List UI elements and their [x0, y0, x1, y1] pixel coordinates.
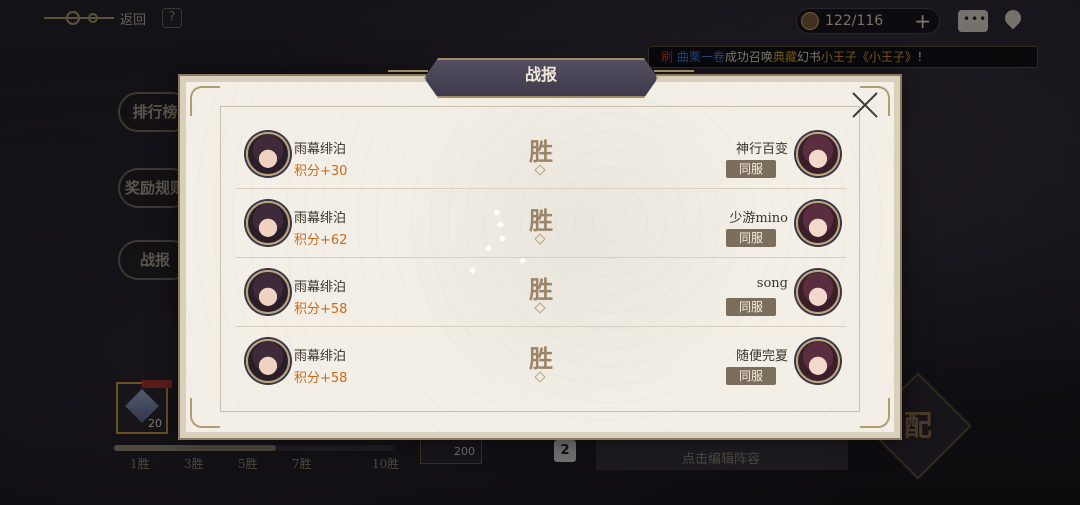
score-change: 积分+30 [294, 164, 348, 179]
player-avatar [246, 132, 290, 176]
dialog-title: 战报 [524, 65, 557, 84]
player-name: 雨幕绯泊 [294, 211, 347, 226]
same-server-badge: 同服 [726, 298, 776, 316]
opponent-name: 少游mino [729, 211, 788, 226]
battle-result: 胜 [529, 275, 553, 304]
opponent-name: 随便完夏 [735, 349, 788, 364]
battle-record-row[interactable]: 雨幕绯泊 积分+58 胜 song 同服 [236, 258, 846, 327]
score-change: 积分+62 [294, 233, 348, 248]
corner-ornament [190, 398, 220, 428]
player-avatar [246, 201, 290, 245]
same-server-badge: 同服 [726, 367, 776, 385]
opponent-name: 神行百变 [735, 142, 788, 157]
player-avatar [246, 339, 290, 383]
battle-record-row[interactable]: 雨幕绯泊 积分+30 胜 神行百变 同服 [236, 120, 846, 189]
close-icon[interactable] [848, 88, 882, 122]
opponent-avatar [796, 132, 840, 176]
opponent-avatar [796, 339, 840, 383]
battle-result: 胜 [529, 137, 553, 166]
player-name: 雨幕绯泊 [294, 142, 347, 157]
battle-result: 胜 [529, 344, 553, 373]
corner-ornament [860, 398, 890, 428]
player-name: 雨幕绯泊 [294, 349, 347, 364]
title-wing-ornament [388, 70, 428, 72]
player-name: 雨幕绯泊 [294, 280, 347, 295]
opponent-name: song [756, 276, 788, 291]
score-change: 积分+58 [294, 371, 348, 386]
title-wing-ornament [654, 70, 694, 72]
battle-report-list: 雨幕绯泊 积分+30 胜 神行百变 同服 雨幕绯泊 积分+62 胜 少游mino… [236, 120, 846, 396]
battle-result: 胜 [529, 206, 553, 235]
same-server-badge: 同服 [726, 160, 776, 178]
opponent-avatar [796, 270, 840, 314]
player-avatar [246, 270, 290, 314]
battle-record-row[interactable]: 雨幕绯泊 积分+58 胜 随便完夏 同服 [236, 327, 846, 396]
corner-ornament [190, 86, 220, 116]
opponent-avatar [796, 201, 840, 245]
same-server-badge: 同服 [726, 229, 776, 247]
battle-record-row[interactable]: 雨幕绯泊 积分+62 胜 少游mino 同服 [236, 189, 846, 258]
score-change: 积分+58 [294, 302, 348, 317]
